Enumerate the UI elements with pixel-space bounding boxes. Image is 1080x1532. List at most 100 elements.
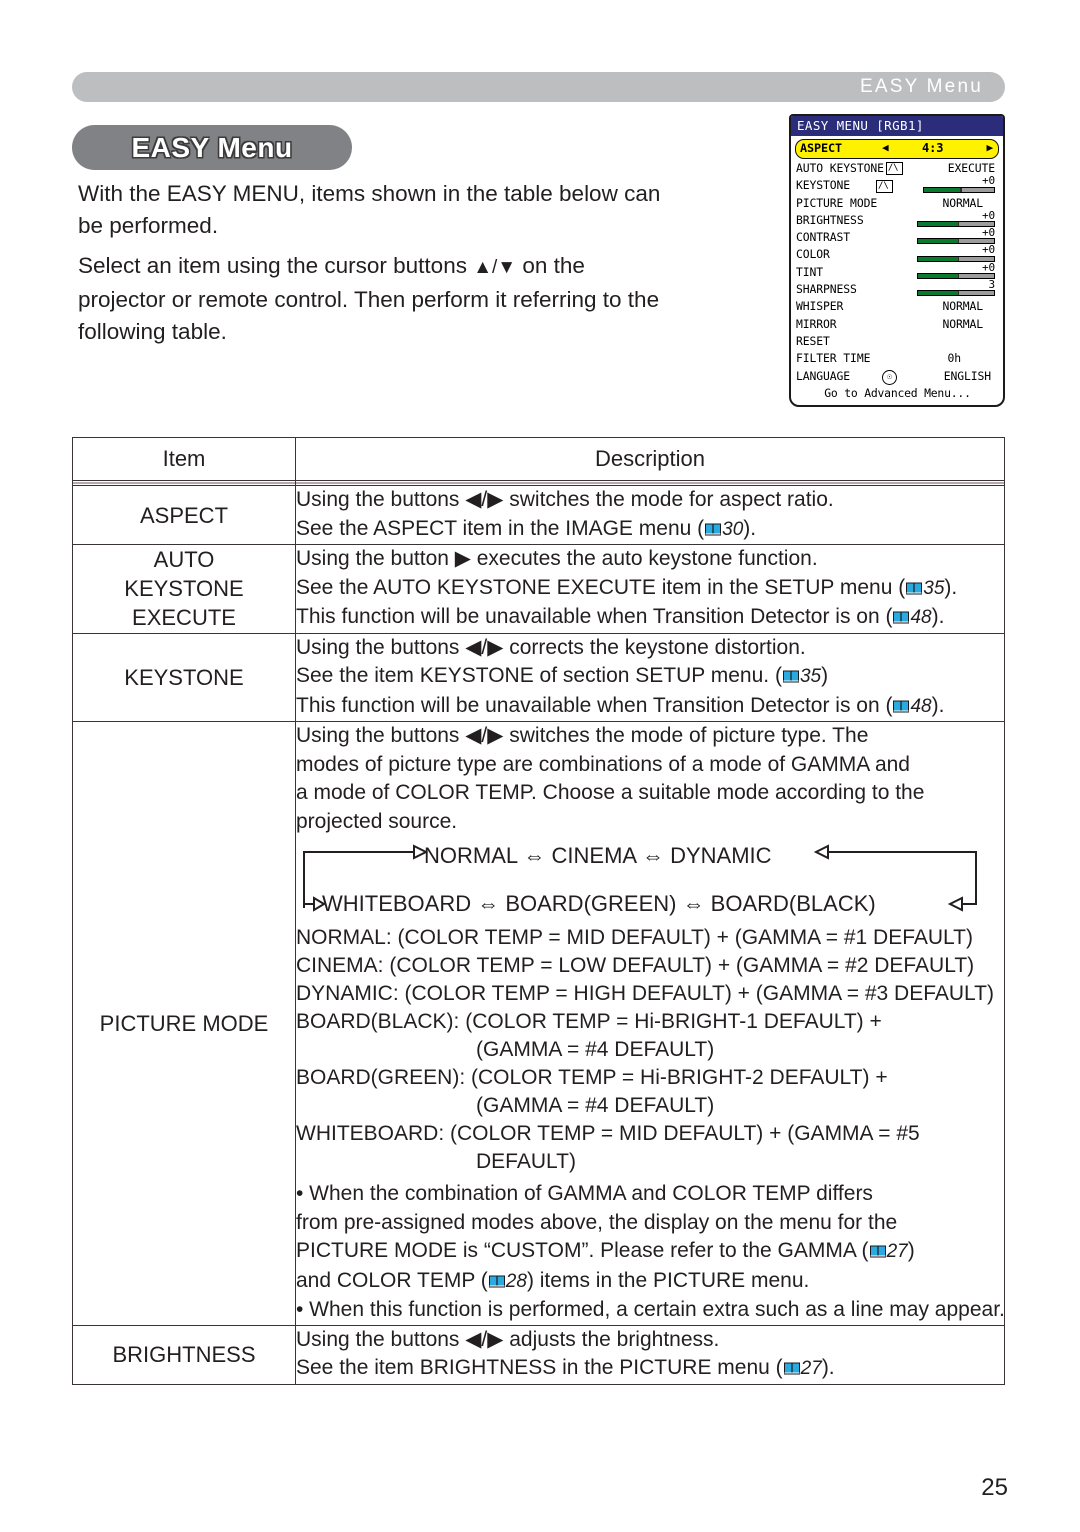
osd-label-keystone: KEYSTONE: [796, 178, 851, 193]
desc-line-post: ).: [821, 1356, 835, 1379]
osd-footer-link[interactable]: Go to Advanced Menu...: [796, 386, 999, 400]
book-icon: [488, 1275, 505, 1288]
mode-line: CINEMA: (COLOR TEMP = LOW DEFAULT) + (GA…: [296, 954, 975, 977]
osd-value-mirror: NORMAL: [942, 316, 983, 331]
osd-label-contrast: CONTRAST: [796, 230, 851, 245]
desc-line: Using the buttons ◀/▶ switches the mode …: [296, 724, 869, 747]
row-item-brightness: BRIGHTNESS: [72, 1324, 296, 1385]
osd-menu-screenshot: EASY MENU [RGB1] ASPECT ◀ 4:3 ▶ AUTO KEY…: [789, 114, 1005, 407]
easy-menu-table: Item Description ASPECT Using the button…: [72, 437, 1005, 1385]
osd-row-filter-time: FILTER TIME 0h: [796, 350, 999, 367]
cursor-updown-icon: ▲/▼: [473, 257, 517, 278]
osd-value-whisper: NORMAL: [942, 299, 983, 314]
note-line: from pre-assigned modes above, the displ…: [296, 1210, 898, 1234]
mode-line: WHITEBOARD: (COLOR TEMP = MID DEFAULT) +…: [296, 1122, 920, 1145]
note-line: • When the combination of GAMMA and COLO…: [296, 1182, 873, 1205]
osd-value-aspect: 4:3: [922, 141, 944, 155]
slider-fill: [918, 274, 958, 279]
running-header-bar: EASY Menu: [72, 72, 1005, 102]
osd-value-language: ENGLISH: [943, 368, 991, 383]
osd-row-language: LANGUAGE ☉ ENGLISH: [796, 368, 999, 385]
row-desc-picture-mode: Using the buttons ◀/▶ switches the mode …: [295, 721, 1005, 1326]
item-line: AUTO: [153, 547, 215, 573]
note-line: PICTURE MODE is “CUSTOM”. Please refer t…: [296, 1239, 869, 1262]
osd-row-color: COLOR +0: [796, 243, 999, 263]
osd-row-brightness: BRIGHTNESS +0: [796, 209, 999, 229]
osd-left-arrow-icon: ◀: [882, 141, 889, 154]
page-ref: 27: [800, 1358, 822, 1379]
osd-body: ASPECT ◀ 4:3 ▶ AUTO KEYSTONE EXECUTE KEY…: [791, 136, 1003, 400]
page-ref: 48: [910, 607, 932, 628]
osd-value-picture-mode: NORMAL: [942, 195, 983, 210]
osd-label-tint: TINT: [796, 264, 824, 279]
note-line-post: ): [907, 1239, 915, 1262]
cycle-row-top: NORMAL ⇔ CINEMA ⇔ DYNAMIC: [424, 843, 772, 868]
globe-icon: ☉: [882, 369, 897, 385]
desc-line: Using the buttons ◀/▶ switches the mode …: [296, 488, 834, 511]
desc-line: This function will be unavailable when T…: [296, 693, 893, 717]
osd-slider-sharpness: [917, 290, 995, 297]
mode-line: DYNAMIC: (COLOR TEMP = HIGH DEFAULT) + (…: [296, 982, 994, 1005]
table-header-row: Item Description: [72, 437, 1005, 481]
table-row: KEYSTONE Using the buttons ◀/▶ corrects …: [72, 632, 1005, 722]
desc-line: Using the buttons ◀/▶ adjusts the bright…: [296, 1327, 720, 1351]
section-title-text: EASY Menu: [131, 131, 293, 163]
desc-line: Using the buttons ◀/▶ corrects the keyst…: [296, 635, 806, 659]
intro-p2-line3: following table.: [78, 319, 227, 344]
intro-paragraph-1: With the EASY MENU, items shown in the t…: [78, 178, 768, 242]
note-line-post: ) items in the PICTURE menu.: [526, 1268, 810, 1292]
osd-label-auto-keystone: AUTO KEYSTONE: [796, 161, 884, 175]
desc-line: See the item KEYSTONE of section SETUP m…: [296, 664, 782, 687]
row-desc-brightness: Using the buttons ◀/▶ adjusts the bright…: [295, 1324, 1005, 1385]
osd-row-sharpness: SHARPNESS 3: [796, 278, 999, 298]
mode-line: DEFAULT): [476, 1150, 576, 1173]
item-line: KEYSTONE: [124, 576, 244, 602]
picture-mode-notes: • When the combination of GAMMA and COLO…: [296, 1180, 1005, 1325]
desc-line-post: ).: [931, 693, 945, 717]
page-ref: 48: [910, 695, 932, 717]
note-line: and COLOR TEMP (: [296, 1268, 488, 1292]
table-row: BRIGHTNESS Using the buttons ◀/▶ adjusts…: [72, 1324, 1005, 1385]
page-ref: 35: [923, 577, 945, 599]
intro-p1-line2: be performed.: [78, 213, 219, 238]
intro-p2-line2: projector or remote control. Then perfor…: [78, 287, 660, 312]
osd-row-contrast: CONTRAST +0: [796, 226, 999, 246]
intro-p2-line1b: on the: [516, 253, 585, 278]
slider-fill: [918, 291, 958, 296]
table-header-description: Description: [295, 437, 1005, 481]
intro-paragraph-2: Select an item using the cursor buttons …: [78, 250, 768, 348]
picture-mode-cycle-diagram: NORMAL ⇔ CINEMA ⇔ DYNAMIC WHITEBOARD ⇔ B…: [296, 842, 1004, 920]
page-ref: 35: [799, 666, 822, 687]
desc-line-post: ).: [944, 575, 958, 599]
running-header-title: EASY Menu: [860, 76, 983, 97]
osd-title-bar: EASY MENU [RGB1]: [791, 116, 1003, 136]
mode-line: BOARD(BLACK): (COLOR TEMP = Hi-BRIGHT-1 …: [296, 1010, 882, 1033]
osd-slider-tint: [917, 273, 995, 280]
slider-fill: [924, 187, 961, 192]
desc-line: This function will be unavailable when T…: [296, 605, 893, 628]
desc-line-post: ): [821, 664, 829, 687]
osd-value-filter-time: 0h: [947, 351, 961, 366]
osd-label-mirror: MIRROR: [796, 316, 837, 331]
desc-line: Using the button ▶ executes the auto key…: [296, 547, 818, 570]
desc-line-post: ).: [743, 516, 757, 540]
page-ref: 30: [722, 518, 744, 540]
slider-fill: [918, 256, 958, 261]
intro-p1-line1: With the EASY MENU, items shown in the t…: [78, 181, 661, 206]
osd-label-sharpness: SHARPNESS: [796, 282, 857, 297]
osd-row-aspect: ASPECT ◀ 4:3 ▶: [795, 139, 999, 159]
keystone-icon: [885, 160, 903, 177]
intro-p2-line1a: Select an item using the cursor buttons: [78, 253, 474, 278]
note-line: • When this function is performed, a cer…: [296, 1298, 1005, 1321]
row-item-picture-mode: PICTURE MODE: [72, 721, 296, 1326]
osd-label-language: LANGUAGE: [796, 368, 851, 383]
osd-row-auto-keystone: AUTO KEYSTONE EXECUTE: [796, 160, 999, 177]
page-ref: 27: [886, 1241, 908, 1262]
table-row: ASPECT Using the buttons ◀/▶ switches th…: [72, 485, 1005, 545]
keystone-icon: [876, 178, 893, 196]
osd-row-tint: TINT +0: [796, 261, 999, 281]
book-icon: [783, 1362, 800, 1375]
mode-line: BOARD(GREEN): (COLOR TEMP = Hi-BRIGHT-2 …: [296, 1066, 888, 1089]
osd-row-keystone: KEYSTONE +0: [796, 174, 999, 196]
table-row: AUTO KEYSTONE EXECUTE Using the button ▶…: [72, 544, 1005, 634]
